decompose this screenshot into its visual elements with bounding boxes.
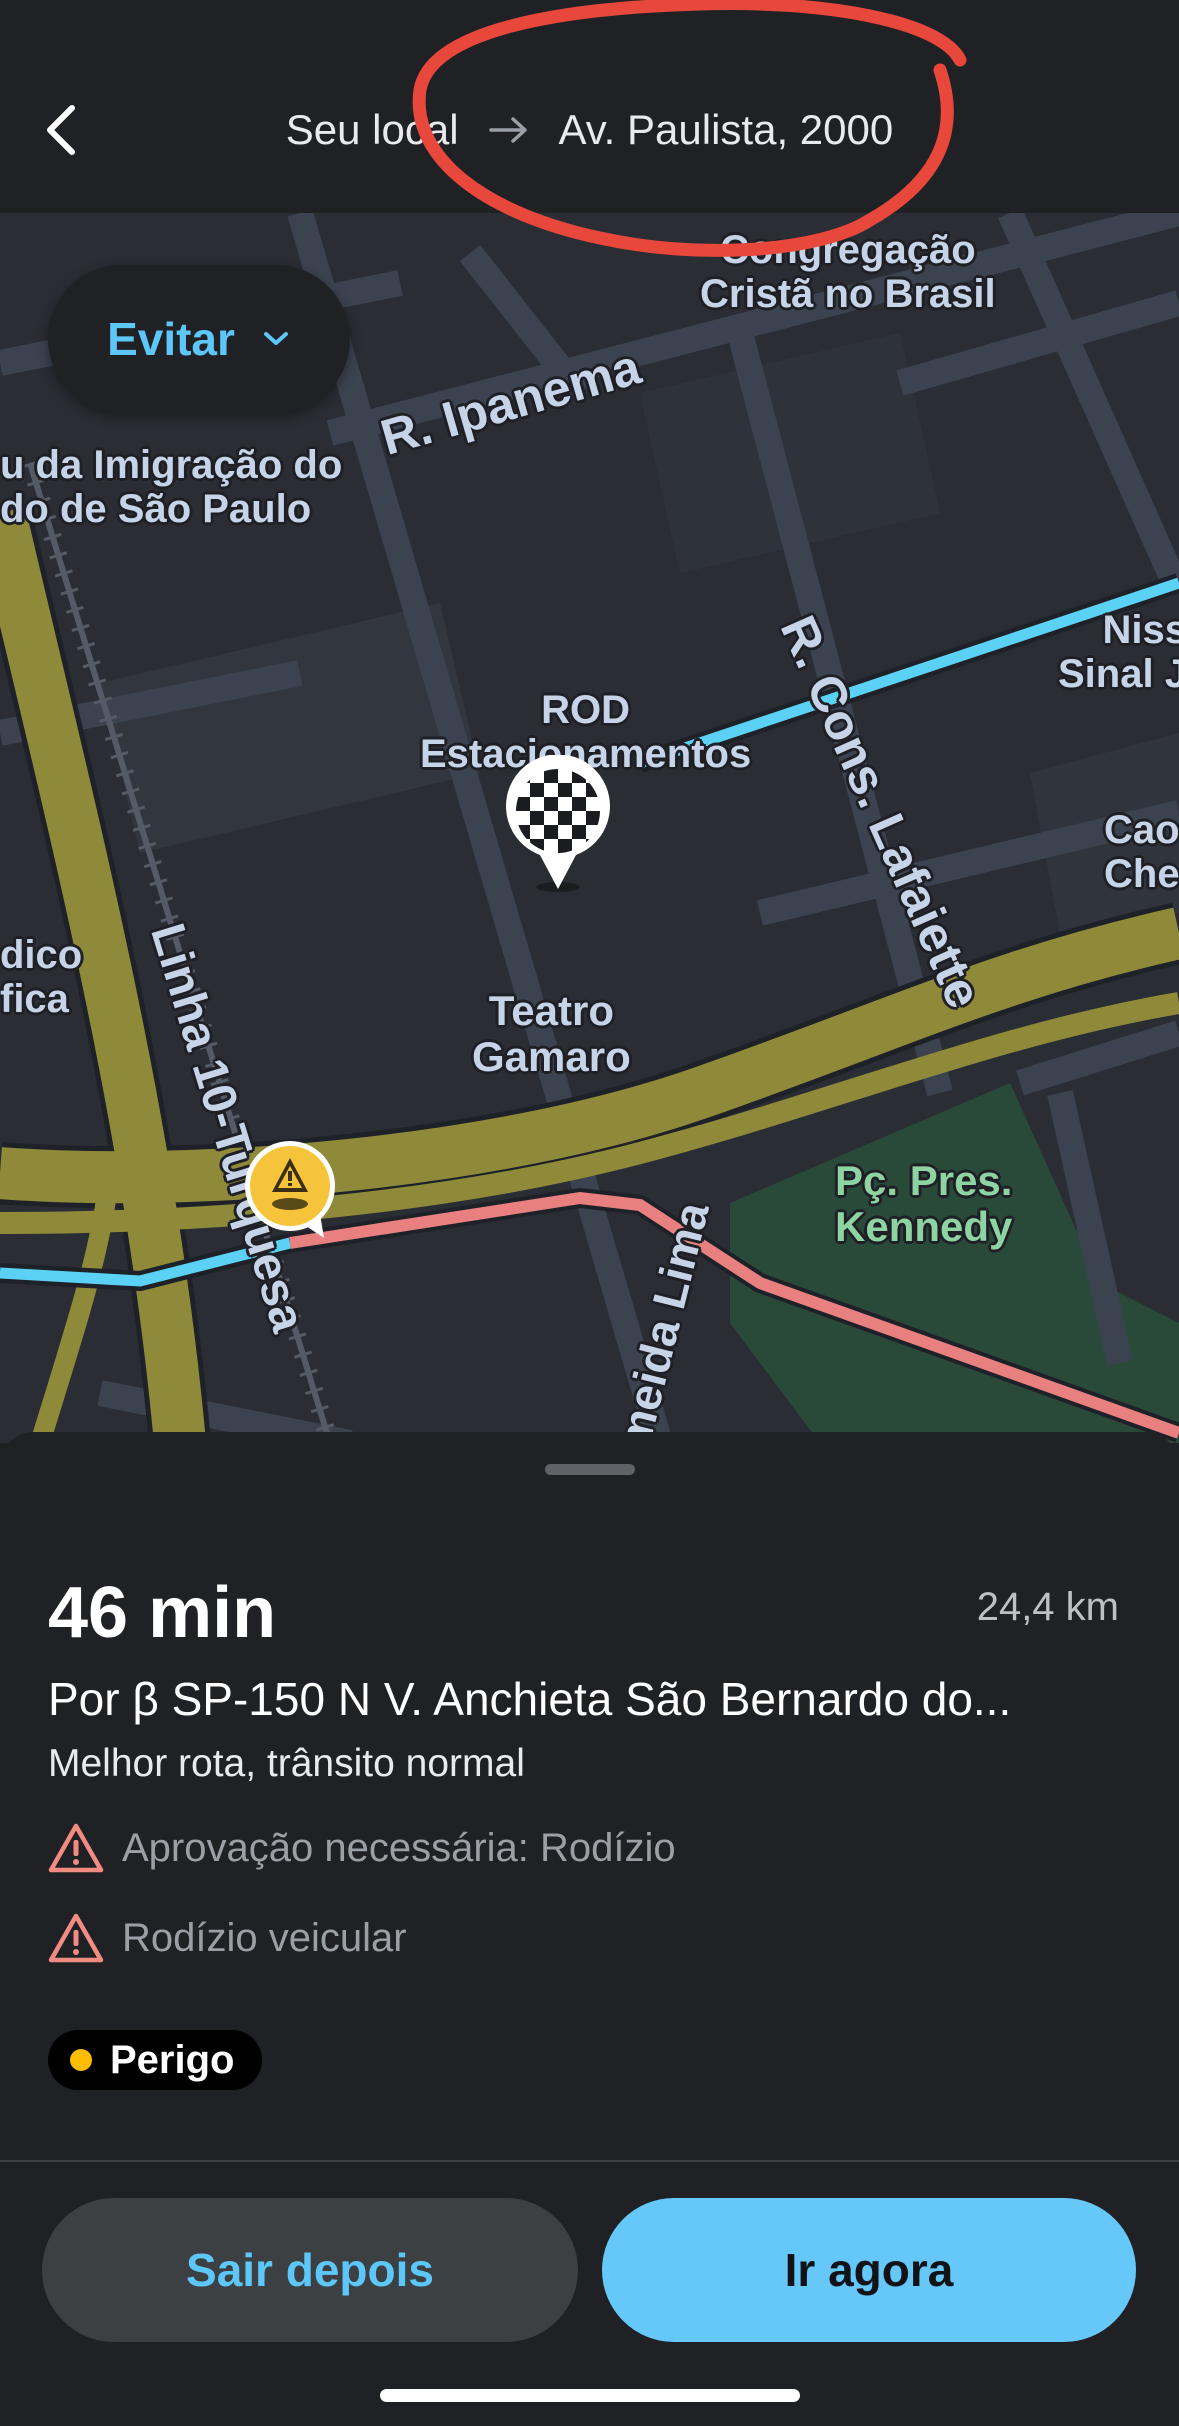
- checkered-flag-pin-icon[interactable]: [502, 755, 614, 895]
- avoid-label: Evitar: [107, 313, 235, 365]
- map-label-imigracao: u da Imigração do do de São Paulo: [0, 443, 343, 531]
- map-label-cao: Cao Che: [1104, 808, 1179, 896]
- warning-rodizio-label: Rodízio veicular: [122, 1915, 407, 1960]
- warning-rodizio: Rodízio veicular: [48, 1908, 407, 1968]
- map-label-congregacao: Congregação Cristã no Brasil: [700, 228, 996, 316]
- chevron-down-icon: [263, 332, 288, 345]
- map-label-dico: dico fica: [0, 933, 83, 1021]
- avoid-button[interactable]: Evitar: [48, 265, 350, 413]
- warning-approval-label: Aprovação necessária: Rodízio: [122, 1825, 676, 1870]
- home-indicator[interactable]: [380, 2389, 800, 2402]
- danger-badge: Perigo: [48, 2030, 263, 2090]
- danger-dot-icon: [70, 2049, 92, 2071]
- arrow-right-icon: [488, 117, 527, 143]
- divider: [0, 2160, 1179, 2162]
- go-now-button[interactable]: Ir agora: [602, 2198, 1136, 2342]
- route-header: Seu local Av. Paulista, 2000: [0, 0, 1179, 213]
- danger-label: Perigo: [110, 2037, 235, 2082]
- destination-label: Av. Paulista, 2000: [558, 106, 894, 153]
- map-label-teatro-gamaro: Teatro Gamaro: [472, 987, 631, 1081]
- leave-later-button[interactable]: Sair depois: [42, 2198, 578, 2342]
- warning-triangle-icon: [48, 1823, 104, 1873]
- warning-triangle-icon: [48, 1913, 104, 1963]
- route-summary: Melhor rota, trânsito normal: [48, 1742, 525, 1785]
- origin-label: Seu local: [285, 106, 459, 153]
- eta-time: 46 min: [48, 1573, 277, 1653]
- map-label-niss: Niss Sinal J: [1058, 608, 1179, 696]
- sheet-drag-handle[interactable]: [545, 1464, 635, 1475]
- route-via: Por β SP-150 N V. Anchieta São Bernardo …: [48, 1673, 1012, 1725]
- map-label-praca-kennedy: Pç. Pres. Kennedy: [835, 1157, 1013, 1251]
- route-distance: 24,4 km: [976, 1585, 1119, 1629]
- hazard-pin-icon[interactable]: [244, 1140, 338, 1240]
- route-details-sheet: 46 min 24,4 km Por β SP-150 N V. Anchiet…: [0, 1432, 1179, 2426]
- route-endpoints[interactable]: Seu local Av. Paulista, 2000: [0, 100, 1179, 160]
- warning-approval: Aprovação necessária: Rodízio: [48, 1818, 676, 1878]
